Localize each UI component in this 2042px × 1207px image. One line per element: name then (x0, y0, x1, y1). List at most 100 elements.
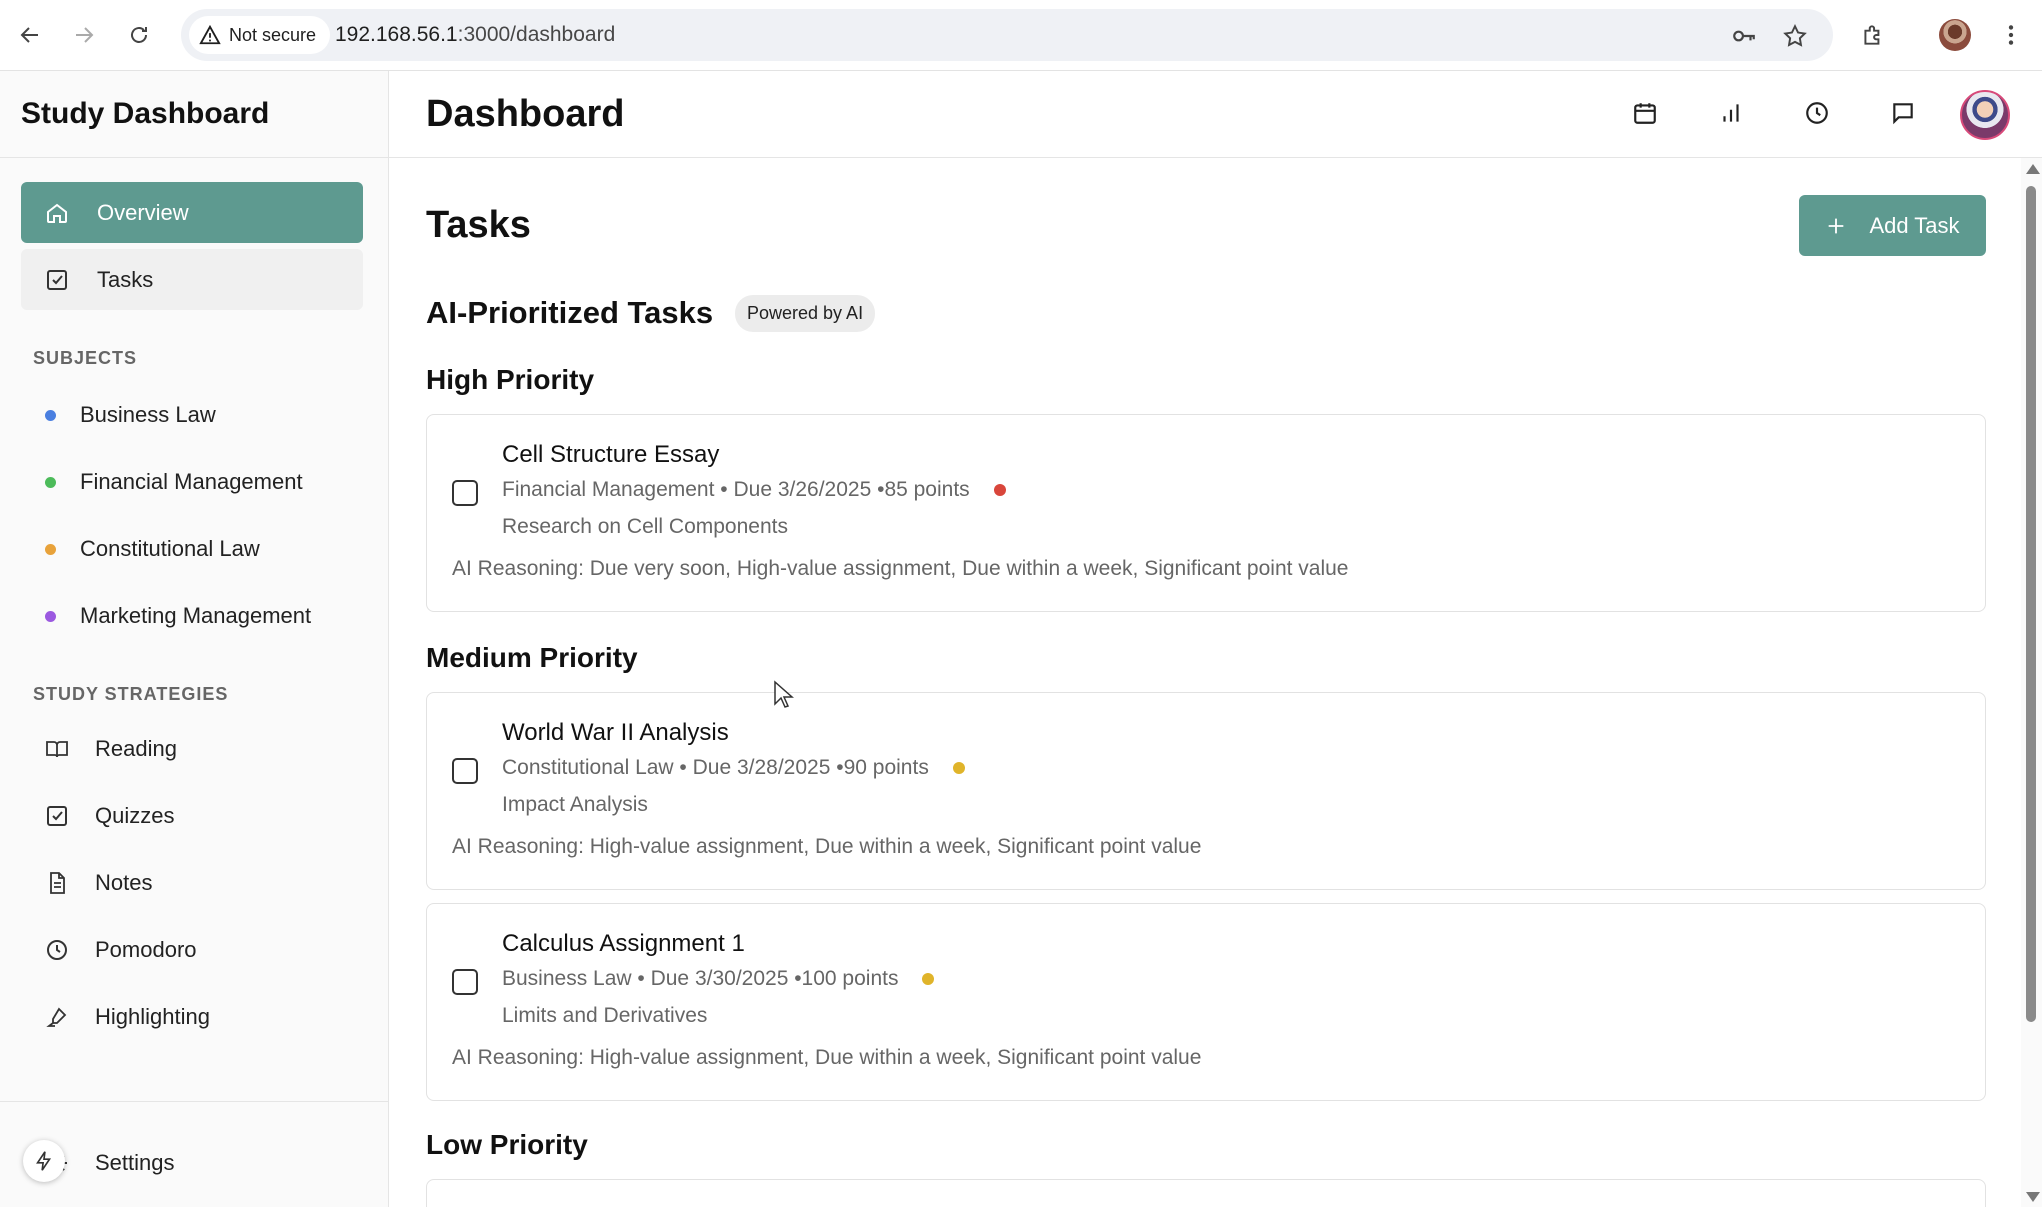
main-header: Dashboard (389, 71, 2042, 158)
tasks-heading: Tasks (426, 204, 531, 246)
main-content: Tasks Add Task AI-Prioritized Tasks Powe… (389, 158, 2021, 1207)
nav-tasks[interactable]: Tasks (21, 249, 363, 310)
scroll-thumb[interactable] (2026, 186, 2036, 1022)
star-icon (1783, 24, 1807, 47)
subject-label: Financial Management (80, 469, 303, 494)
subject-label: Constitutional Law (80, 536, 260, 561)
password-key-button[interactable] (1730, 22, 1758, 50)
task-meta-text: Business Law • Due 3/30/2025 •100 points (502, 967, 899, 990)
security-label: Not secure (229, 24, 317, 45)
ai-prioritized-heading: AI-Prioritized Tasks (426, 295, 714, 330)
calendar-button[interactable] (1630, 98, 1660, 128)
strategy-label: Highlighting (95, 1004, 210, 1029)
subject-item[interactable]: Financial Management (45, 469, 303, 495)
task-subtitle: Impact Analysis (502, 793, 648, 816)
strategy-notes[interactable]: Notes (45, 870, 152, 896)
ai-reasoning: AI Reasoning: High-value assignment, Due… (452, 835, 1202, 858)
priority-dot (952, 762, 965, 774)
task-checkbox[interactable] (452, 480, 478, 506)
quick-action-button[interactable] (23, 1140, 65, 1182)
strategy-reading[interactable]: Reading (45, 736, 177, 762)
book-icon (46, 741, 68, 758)
task-subtitle: Research on Cell Components (502, 515, 788, 538)
task-title: World War II Analysis (502, 719, 729, 746)
page-title: Dashboard (426, 93, 625, 135)
url-path: :3000/dashboard (457, 23, 616, 46)
subject-item[interactable]: Constitutional Law (45, 536, 260, 562)
extensions-button[interactable] (1855, 17, 1891, 53)
key-icon (1733, 30, 1755, 42)
security-chip[interactable]: Not secure (189, 16, 331, 54)
user-avatar[interactable] (1960, 90, 2010, 140)
strategy-label: Notes (95, 870, 153, 895)
ai-reasoning: AI Reasoning: Due very soon, High-value … (452, 557, 1349, 580)
task-meta: Financial Management • Due 3/26/2025 •85… (502, 478, 1006, 502)
strategy-highlighting[interactable]: Highlighting (45, 1004, 210, 1030)
subject-color-dot (45, 610, 56, 622)
ai-reasoning: AI Reasoning: High-value assignment, Due… (452, 1046, 1202, 1069)
study-strategies-label: STUDY STRATEGIES (33, 684, 229, 704)
arrow-left-icon (20, 27, 38, 43)
scroll-up-arrow[interactable] (2026, 164, 2040, 174)
clock-icon (47, 940, 67, 960)
back-button[interactable] (12, 17, 48, 53)
timer-button[interactable] (1802, 98, 1832, 128)
checkbox-icon (47, 806, 67, 826)
nav-overview[interactable]: Overview (21, 182, 363, 243)
address-bar[interactable]: Not secure 192.168.56.1:3000/dashboard (181, 9, 1833, 61)
nav-tasks-label: Tasks (97, 266, 154, 292)
low-priority-heading: Low Priority (426, 1129, 588, 1160)
powered-by-ai-badge: Powered by AI (735, 295, 876, 332)
task-meta: Business Law • Due 3/30/2025 •100 points (502, 967, 935, 991)
task-card[interactable]: World War II Analysis Constitutional Law… (426, 692, 1986, 890)
task-meta: Constitutional Law • Due 3/28/2025 •90 p… (502, 756, 965, 780)
add-task-button[interactable]: Add Task (1799, 195, 1986, 256)
task-subtitle: Limits and Derivatives (502, 1004, 708, 1027)
task-checkbox[interactable] (452, 969, 478, 995)
bookmark-button[interactable] (1781, 22, 1809, 50)
subject-label: Marketing Management (80, 603, 312, 628)
task-checkbox[interactable] (452, 758, 478, 784)
task-title: Cell Structure Essay (502, 441, 720, 468)
profile-avatar (1939, 19, 1971, 51)
checkbox-icon (47, 269, 67, 290)
clock-icon (1806, 102, 1828, 124)
reload-button[interactable] (121, 17, 157, 53)
high-priority-heading: High Priority (426, 364, 595, 395)
subject-item[interactable]: Business Law (45, 402, 216, 428)
medium-priority-heading: Medium Priority (426, 642, 638, 673)
analytics-button[interactable] (1716, 98, 1746, 128)
scroll-down-arrow[interactable] (2026, 1192, 2040, 1202)
subject-item[interactable]: Marketing Management (45, 603, 311, 629)
home-icon (47, 203, 67, 223)
strategy-label: Pomodoro (95, 937, 197, 962)
url-text[interactable]: 192.168.56.1:3000/dashboard (335, 23, 615, 47)
settings-label: Settings (95, 1150, 175, 1175)
profile-button[interactable] (1937, 17, 1973, 53)
task-title: Calculus Assignment 1 (502, 930, 745, 957)
sidebar-header: Study Dashboard (0, 71, 388, 158)
sidebar: Study Dashboard Overview Tasks SUBJECTS … (0, 71, 389, 1207)
strategy-pomodoro[interactable]: Pomodoro (45, 937, 197, 963)
browser-toolbar: Not secure 192.168.56.1:3000/dashboard (0, 0, 2042, 71)
task-card[interactable] (426, 1179, 1986, 1207)
subjects-label: SUBJECTS (33, 348, 138, 368)
arrow-right-icon (76, 27, 94, 43)
app-title: Study Dashboard (21, 97, 270, 130)
messages-button[interactable] (1888, 98, 1918, 128)
warning-icon (199, 24, 221, 45)
task-card[interactable]: Cell Structure Essay Financial Managemen… (426, 414, 1986, 612)
browser-menu-button[interactable] (1993, 17, 2029, 53)
forward-button[interactable] (66, 17, 102, 53)
subject-color-dot (45, 543, 56, 555)
task-card[interactable]: Calculus Assignment 1 Business Law • Due… (426, 903, 1986, 1101)
strategy-label: Quizzes (95, 803, 175, 828)
message-icon (1893, 103, 1913, 125)
page-scrollbar[interactable] (2021, 158, 2042, 1207)
more-vertical-icon (2008, 25, 2014, 45)
strategy-quizzes[interactable]: Quizzes (45, 803, 174, 829)
puzzle-icon (1864, 25, 1880, 45)
subject-color-dot (45, 409, 56, 421)
subject-label: Business Law (80, 402, 216, 427)
highlighter-icon (46, 1007, 67, 1027)
